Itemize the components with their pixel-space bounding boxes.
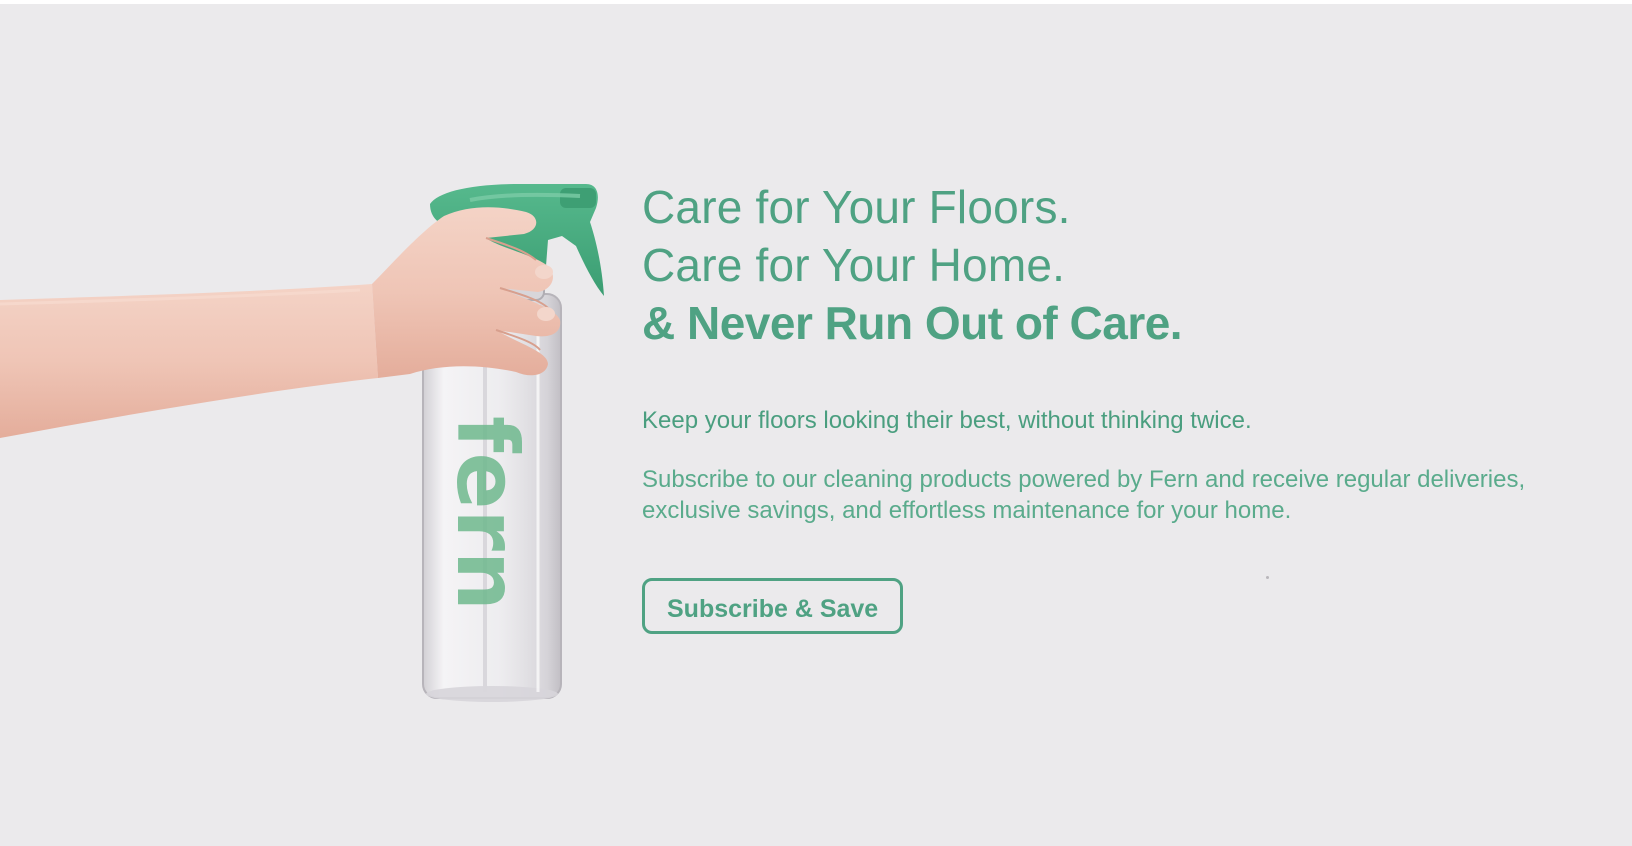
headline-line-floors: Care for Your Floors. bbox=[642, 181, 1071, 233]
hero-banner: fern Care for Your Floors. Care for Your… bbox=[0, 4, 1632, 846]
subscribe-save-button[interactable]: Subscribe & Save bbox=[642, 578, 904, 634]
hero-description: Subscribe to our cleaning products power… bbox=[642, 466, 1526, 524]
hero-tagline: Keep your floors looking their best, wit… bbox=[642, 407, 1252, 434]
background-speck bbox=[1266, 576, 1269, 579]
spray-bottle-image: fern bbox=[0, 4, 620, 846]
hero-headline: Care for Your Floors. Care for Your Home… bbox=[642, 178, 1602, 352]
bottle-logo-text: fern bbox=[438, 416, 536, 611]
headline-line-never-run-out: & Never Run Out of Care. bbox=[642, 297, 1183, 349]
hero-copy: Care for Your Floors. Care for Your Home… bbox=[642, 178, 1602, 634]
headline-line-home: Care for Your Home. bbox=[642, 239, 1066, 291]
